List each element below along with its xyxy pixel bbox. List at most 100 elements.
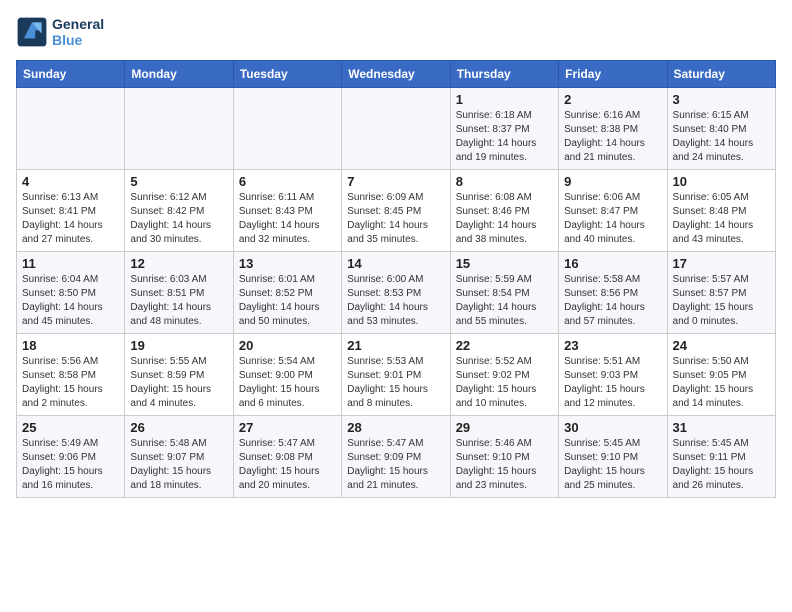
day-info: Sunrise: 5:57 AM Sunset: 8:57 PM Dayligh…	[673, 273, 770, 329]
calendar-cell: 4 Sunrise: 6:13 AM Sunset: 8:41 PM Daylig…	[17, 170, 125, 252]
weekday-header-thursday: Thursday	[450, 61, 558, 88]
day-number: 20	[239, 338, 336, 353]
calendar-cell: 1Sunrise: 6:18 AM Sunset: 8:37 PM Daylig…	[450, 88, 558, 170]
day-number: 19	[130, 338, 227, 353]
weekday-header-tuesday: Tuesday	[233, 61, 341, 88]
calendar-cell: 28 Sunrise: 5:47 AM Sunset: 9:09 PM Dayli…	[342, 416, 450, 498]
calendar-cell: 30 Sunrise: 5:45 AM Sunset: 9:10 PM Dayli…	[559, 416, 667, 498]
day-number: 26	[130, 420, 227, 435]
day-number: 15	[456, 256, 553, 271]
day-number: 7	[347, 174, 444, 189]
calendar-cell	[233, 88, 341, 170]
day-info: Sunrise: 5:53 AM Sunset: 9:01 PM Dayligh…	[347, 355, 444, 411]
day-number: 12	[130, 256, 227, 271]
day-number: 5	[130, 174, 227, 189]
day-info: Sunrise: 5:54 AM Sunset: 9:00 PM Dayligh…	[239, 355, 336, 411]
calendar-cell: 26 Sunrise: 5:48 AM Sunset: 9:07 PM Dayli…	[125, 416, 233, 498]
calendar-cell: 31 Sunrise: 5:45 AM Sunset: 9:11 PM Dayli…	[667, 416, 775, 498]
day-number: 1	[456, 92, 553, 107]
day-info: Sunrise: 6:09 AM Sunset: 8:45 PM Dayligh…	[347, 191, 444, 247]
logo-icon	[16, 16, 48, 48]
calendar-cell: 9Sunrise: 6:06 AM Sunset: 8:47 PM Daylig…	[559, 170, 667, 252]
calendar-cell: 25Sunrise: 5:49 AM Sunset: 9:06 PM Dayli…	[17, 416, 125, 498]
day-number: 30	[564, 420, 661, 435]
calendar-cell: 23 Sunrise: 5:51 AM Sunset: 9:03 PM Dayli…	[559, 334, 667, 416]
calendar-cell: 5 Sunrise: 6:12 AM Sunset: 8:42 PM Daylig…	[125, 170, 233, 252]
calendar-cell: 27Sunrise: 5:47 AM Sunset: 9:08 PM Dayli…	[233, 416, 341, 498]
calendar-cell: 24 Sunrise: 5:50 AM Sunset: 9:05 PM Dayli…	[667, 334, 775, 416]
day-number: 11	[22, 256, 119, 271]
day-info: Sunrise: 6:11 AM Sunset: 8:43 PM Dayligh…	[239, 191, 336, 247]
calendar-cell: 14 Sunrise: 6:00 AM Sunset: 8:53 PM Dayli…	[342, 252, 450, 334]
calendar-cell: 7 Sunrise: 6:09 AM Sunset: 8:45 PM Daylig…	[342, 170, 450, 252]
calendar-cell: 21Sunrise: 5:53 AM Sunset: 9:01 PM Dayli…	[342, 334, 450, 416]
logo-text: General Blue	[52, 16, 104, 48]
day-number: 18	[22, 338, 119, 353]
day-info: Sunrise: 6:04 AM Sunset: 8:50 PM Dayligh…	[22, 273, 119, 329]
day-number: 8	[456, 174, 553, 189]
calendar-cell: 22 Sunrise: 5:52 AM Sunset: 9:02 PM Dayli…	[450, 334, 558, 416]
calendar-week-4: 18 Sunrise: 5:56 AM Sunset: 8:58 PM Dayli…	[17, 334, 776, 416]
calendar-cell: 15 Sunrise: 5:59 AM Sunset: 8:54 PM Dayli…	[450, 252, 558, 334]
calendar-cell: 13Sunrise: 6:01 AM Sunset: 8:52 PM Dayli…	[233, 252, 341, 334]
day-info: Sunrise: 5:52 AM Sunset: 9:02 PM Dayligh…	[456, 355, 553, 411]
day-info: Sunrise: 5:46 AM Sunset: 9:10 PM Dayligh…	[456, 437, 553, 493]
calendar-cell: 29Sunrise: 5:46 AM Sunset: 9:10 PM Dayli…	[450, 416, 558, 498]
calendar-cell: 18 Sunrise: 5:56 AM Sunset: 8:58 PM Dayli…	[17, 334, 125, 416]
day-info: Sunrise: 5:55 AM Sunset: 8:59 PM Dayligh…	[130, 355, 227, 411]
day-number: 4	[22, 174, 119, 189]
day-number: 23	[564, 338, 661, 353]
day-number: 17	[673, 256, 770, 271]
header: General Blue	[16, 16, 776, 48]
day-info: Sunrise: 5:58 AM Sunset: 8:56 PM Dayligh…	[564, 273, 661, 329]
weekday-header-sunday: Sunday	[17, 61, 125, 88]
day-number: 2	[564, 92, 661, 107]
day-info: Sunrise: 6:05 AM Sunset: 8:48 PM Dayligh…	[673, 191, 770, 247]
weekday-header-monday: Monday	[125, 61, 233, 88]
day-info: Sunrise: 5:45 AM Sunset: 9:10 PM Dayligh…	[564, 437, 661, 493]
calendar-week-1: 1Sunrise: 6:18 AM Sunset: 8:37 PM Daylig…	[17, 88, 776, 170]
logo: General Blue	[16, 16, 104, 48]
day-info: Sunrise: 5:50 AM Sunset: 9:05 PM Dayligh…	[673, 355, 770, 411]
calendar-cell: 16Sunrise: 5:58 AM Sunset: 8:56 PM Dayli…	[559, 252, 667, 334]
day-info: Sunrise: 5:45 AM Sunset: 9:11 PM Dayligh…	[673, 437, 770, 493]
day-info: Sunrise: 6:06 AM Sunset: 8:47 PM Dayligh…	[564, 191, 661, 247]
calendar-cell	[342, 88, 450, 170]
day-number: 27	[239, 420, 336, 435]
day-info: Sunrise: 5:59 AM Sunset: 8:54 PM Dayligh…	[456, 273, 553, 329]
day-info: Sunrise: 6:03 AM Sunset: 8:51 PM Dayligh…	[130, 273, 227, 329]
day-info: Sunrise: 6:00 AM Sunset: 8:53 PM Dayligh…	[347, 273, 444, 329]
calendar-cell: 17 Sunrise: 5:57 AM Sunset: 8:57 PM Dayli…	[667, 252, 775, 334]
day-info: Sunrise: 5:48 AM Sunset: 9:07 PM Dayligh…	[130, 437, 227, 493]
day-number: 14	[347, 256, 444, 271]
calendar-cell: 19 Sunrise: 5:55 AM Sunset: 8:59 PM Dayli…	[125, 334, 233, 416]
day-number: 28	[347, 420, 444, 435]
calendar-cell: 2 Sunrise: 6:16 AM Sunset: 8:38 PM Daylig…	[559, 88, 667, 170]
day-number: 22	[456, 338, 553, 353]
weekday-header-wednesday: Wednesday	[342, 61, 450, 88]
weekday-header-saturday: Saturday	[667, 61, 775, 88]
calendar-cell: 20 Sunrise: 5:54 AM Sunset: 9:00 PM Dayli…	[233, 334, 341, 416]
day-number: 31	[673, 420, 770, 435]
calendar-cell: 8 Sunrise: 6:08 AM Sunset: 8:46 PM Daylig…	[450, 170, 558, 252]
day-info: Sunrise: 6:08 AM Sunset: 8:46 PM Dayligh…	[456, 191, 553, 247]
day-info: Sunrise: 6:15 AM Sunset: 8:40 PM Dayligh…	[673, 109, 770, 165]
day-number: 13	[239, 256, 336, 271]
calendar-cell	[17, 88, 125, 170]
day-info: Sunrise: 5:49 AM Sunset: 9:06 PM Dayligh…	[22, 437, 119, 493]
day-number: 24	[673, 338, 770, 353]
day-info: Sunrise: 5:56 AM Sunset: 8:58 PM Dayligh…	[22, 355, 119, 411]
day-info: Sunrise: 6:16 AM Sunset: 8:38 PM Dayligh…	[564, 109, 661, 165]
calendar-cell	[125, 88, 233, 170]
calendar-cell: 11 Sunrise: 6:04 AM Sunset: 8:50 PM Dayli…	[17, 252, 125, 334]
calendar-week-2: 4 Sunrise: 6:13 AM Sunset: 8:41 PM Daylig…	[17, 170, 776, 252]
day-info: Sunrise: 6:13 AM Sunset: 8:41 PM Dayligh…	[22, 191, 119, 247]
calendar-cell: 10 Sunrise: 6:05 AM Sunset: 8:48 PM Dayli…	[667, 170, 775, 252]
day-info: Sunrise: 6:12 AM Sunset: 8:42 PM Dayligh…	[130, 191, 227, 247]
weekday-header-friday: Friday	[559, 61, 667, 88]
calendar-cell: 3Sunrise: 6:15 AM Sunset: 8:40 PM Daylig…	[667, 88, 775, 170]
day-info: Sunrise: 5:51 AM Sunset: 9:03 PM Dayligh…	[564, 355, 661, 411]
calendar-week-5: 25Sunrise: 5:49 AM Sunset: 9:06 PM Dayli…	[17, 416, 776, 498]
day-info: Sunrise: 5:47 AM Sunset: 9:09 PM Dayligh…	[347, 437, 444, 493]
day-number: 10	[673, 174, 770, 189]
